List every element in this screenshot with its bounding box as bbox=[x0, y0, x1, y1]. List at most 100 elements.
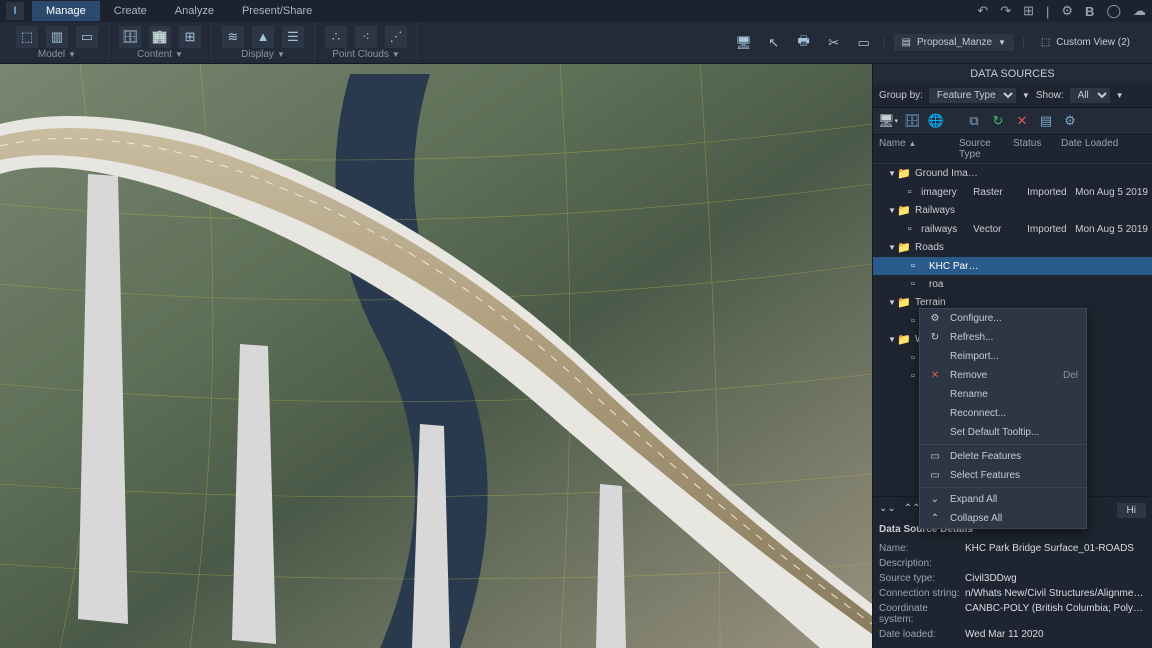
bold-icon[interactable]: B bbox=[1085, 4, 1094, 19]
tree-item[interactable]: ▫KHC Park Bridge Surface_01 bbox=[873, 257, 1152, 275]
layers-icon[interactable]: ≋ bbox=[222, 26, 244, 48]
db-icon[interactable]: 🗄 bbox=[119, 26, 141, 48]
menu-collapseall[interactable]: ⌃Collapse All bbox=[920, 509, 1086, 528]
grid3-icon[interactable]: ⊞ bbox=[179, 26, 201, 48]
refresh-icon[interactable]: ◯ bbox=[1106, 3, 1121, 19]
menu-configure[interactable]: ⚙Configure... bbox=[920, 309, 1086, 328]
redo-icon[interactable]: ↷ bbox=[1000, 3, 1011, 19]
menu-rename[interactable]: Rename bbox=[920, 385, 1086, 404]
list-icon[interactable]: ☰ bbox=[282, 26, 304, 48]
item-status: Imported bbox=[1027, 224, 1075, 235]
group-label[interactable]: Display▼ bbox=[222, 49, 304, 61]
col-status[interactable]: Status bbox=[1013, 138, 1061, 160]
menu-deletefeatures[interactable]: ▭Delete Features bbox=[920, 447, 1086, 466]
custom-view-dropdown[interactable]: ⬚ Custom View (2) bbox=[1033, 34, 1138, 51]
menu-refresh[interactable]: ↻ Refresh... bbox=[920, 328, 1086, 347]
building-icon[interactable]: 🏢 bbox=[149, 26, 171, 48]
cloud-icon[interactable]: ☁ bbox=[1133, 3, 1146, 19]
col-date[interactable]: Date Loaded bbox=[1061, 138, 1146, 160]
copy-icon[interactable]: ⧉ bbox=[965, 112, 983, 130]
monitor-dd-icon[interactable]: 🖥▾ bbox=[879, 112, 897, 130]
caret-icon: ▼ bbox=[887, 298, 897, 307]
collapse-down-icon[interactable]: ⌄⌄ bbox=[879, 503, 896, 518]
col-name[interactable]: Name ▲ bbox=[879, 138, 959, 160]
item-status bbox=[1035, 261, 1083, 272]
item-date bbox=[1083, 316, 1148, 327]
item-date bbox=[1083, 279, 1148, 290]
gear-icon[interactable]: ⚙ bbox=[1061, 3, 1073, 19]
menu-reconnect[interactable]: Reconnect... bbox=[920, 404, 1086, 423]
detail-value: n/Whats New/Civil Structures/Alignments/… bbox=[965, 588, 1146, 599]
tab-create[interactable]: Create bbox=[100, 1, 161, 21]
globe-icon[interactable]: 🌐 bbox=[927, 112, 945, 130]
menu-item-icon: ↻ bbox=[928, 332, 942, 343]
tab-manage[interactable]: Manage bbox=[32, 1, 100, 21]
menu-expandall[interactable]: ⌄Expand All bbox=[920, 490, 1086, 509]
show-label: Show: bbox=[1036, 90, 1064, 101]
group-label[interactable]: Content▼ bbox=[119, 49, 201, 61]
cloud-icon[interactable]: ∴ bbox=[325, 26, 347, 48]
config-icon[interactable]: ⚙ bbox=[1061, 112, 1079, 130]
item-name: railways bbox=[921, 224, 973, 235]
detail-value: KHC Park Bridge Surface_01-ROADS bbox=[965, 543, 1146, 554]
scatter-icon[interactable]: ⋰ bbox=[385, 26, 407, 48]
menu-item-icon: ⚙ bbox=[928, 313, 942, 324]
proposal-dropdown[interactable]: ▤ Proposal_Manze ▼ bbox=[894, 34, 1014, 51]
tree-folder[interactable]: ▼📁Roads bbox=[873, 238, 1152, 257]
tree-folder[interactable]: ▼📁Ground Imagery bbox=[873, 164, 1152, 183]
group-label[interactable]: Point Clouds▼ bbox=[325, 49, 407, 61]
tree-item[interactable]: ▫railwaysVectorImportedMon Aug 5 2019 bbox=[873, 220, 1152, 238]
cut-icon[interactable]: ✂ bbox=[823, 32, 845, 54]
terrain-icon[interactable]: ▲ bbox=[252, 26, 274, 48]
ds-toolbar: 🖥▾ 🗄 🌐 ⧉ ↻ ✕ ▤ ⚙ bbox=[873, 107, 1152, 135]
db-icon[interactable]: 🗄 bbox=[903, 112, 921, 130]
model-icon[interactable]: ⬚ bbox=[16, 26, 38, 48]
item-name: Terrain bbox=[915, 297, 981, 308]
print-icon[interactable]: 🖶 bbox=[793, 32, 815, 54]
grid-icon[interactable]: ⊞ bbox=[1023, 3, 1034, 19]
menu-reimport[interactable]: Reimport... bbox=[920, 347, 1086, 366]
item-date: Mon Aug 5 2019 bbox=[1075, 224, 1148, 235]
detail-label: Description: bbox=[879, 558, 965, 569]
note-icon[interactable]: ▭ bbox=[853, 32, 875, 54]
chevron-down-icon: ▼ bbox=[1116, 91, 1124, 100]
menu-item-icon: ⌄ bbox=[928, 494, 942, 505]
item-name: imagery bbox=[921, 187, 973, 198]
menu-item-icon: ▭ bbox=[928, 470, 942, 481]
view-icon: ⬚ bbox=[1041, 37, 1050, 48]
item-name: Railways bbox=[915, 205, 981, 216]
item-date bbox=[1083, 371, 1148, 382]
refresh-icon[interactable]: ↻ bbox=[989, 112, 1007, 130]
menu-item-label: Refresh... bbox=[950, 332, 993, 343]
menu-remove[interactable]: ✕RemoveDel bbox=[920, 366, 1086, 385]
item-type bbox=[981, 261, 1035, 272]
tab-analyze[interactable]: Analyze bbox=[161, 1, 228, 21]
layer-icon[interactable]: ▥ bbox=[46, 26, 68, 48]
undo-icon[interactable]: ↶ bbox=[977, 3, 988, 19]
col-type[interactable]: Source Type bbox=[959, 138, 1013, 160]
points-icon[interactable]: ⁖ bbox=[355, 26, 377, 48]
cursor-icon[interactable]: ↖ bbox=[763, 32, 785, 54]
menu-selectfeatures[interactable]: ▭Select Features bbox=[920, 466, 1086, 485]
show-select[interactable]: All bbox=[1070, 88, 1110, 103]
3d-viewport[interactable] bbox=[0, 64, 872, 648]
monitor-icon[interactable]: 🖥 bbox=[733, 32, 755, 54]
group-label[interactable]: Model▼ bbox=[16, 49, 98, 61]
item-status bbox=[1035, 297, 1083, 308]
tree-item[interactable]: ▫roa bbox=[873, 275, 1152, 293]
layer-icon[interactable]: ▤ bbox=[1037, 112, 1055, 130]
delete-icon[interactable]: ✕ bbox=[1013, 112, 1031, 130]
tab-presentshare[interactable]: Present/Share bbox=[228, 1, 326, 21]
tree-folder[interactable]: ▼📁Railways bbox=[873, 201, 1152, 220]
clip-icon[interactable]: ▭ bbox=[76, 26, 98, 48]
item-date bbox=[1083, 334, 1148, 345]
item-date bbox=[1083, 168, 1148, 179]
tree-item[interactable]: ▫imageryRasterImportedMon Aug 5 2019 bbox=[873, 183, 1152, 201]
item-name: roa bbox=[929, 279, 981, 290]
folder-icon: 📁 bbox=[897, 296, 911, 309]
hide-button[interactable]: Hi bbox=[1117, 503, 1146, 518]
item-status: Imported bbox=[1027, 187, 1075, 198]
group-by-select[interactable]: Feature Type bbox=[929, 88, 1016, 103]
menu-setdefaulttooltip[interactable]: Set Default Tooltip... bbox=[920, 423, 1086, 442]
caret-icon: ▼ bbox=[887, 206, 897, 215]
